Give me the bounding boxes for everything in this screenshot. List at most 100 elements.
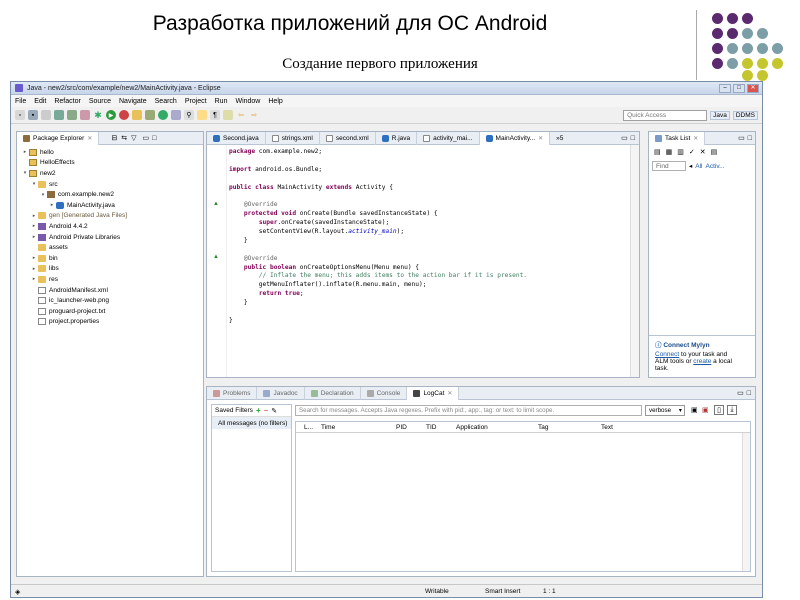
tab-package-explorer[interactable]: Package Explorer ✕ [17,131,100,145]
menu-navigate[interactable]: Navigate [119,98,147,105]
tree-item[interactable]: proguard-project.txt [17,306,203,317]
maximize-view-icon[interactable]: □ [152,135,156,142]
tree-item[interactable]: ▾ src [17,179,203,190]
tab-activity-main[interactable]: activity_mai... [417,131,480,145]
all-link[interactable]: All [695,163,702,170]
expand-toggle-icon[interactable]: ▸ [30,234,38,240]
focus-icon[interactable]: ✓ [689,148,695,156]
expand-toggle-icon[interactable]: ▾ [39,192,47,198]
maximize-view-icon[interactable]: □ [747,390,751,397]
menu-edit[interactable]: Edit [34,98,46,105]
expand-toggle-icon[interactable]: ▸ [30,266,38,272]
perspective-java[interactable]: Java [710,110,730,120]
view-menu-icon[interactable]: ▤ [711,148,718,156]
all-messages-filter[interactable]: All messages (no filters) [212,417,291,429]
tree-item[interactable]: ▸ hello [17,147,203,158]
tab-logcat[interactable]: LogCat ✕ [407,386,460,400]
lint-icon[interactable] [80,110,90,120]
debug-icon[interactable]: ✱ [93,110,103,120]
tree-item[interactable]: AndroidManifest.xml [17,285,203,296]
col-tag[interactable]: Tag [538,424,548,431]
minimize-view-icon[interactable]: ▭ [737,389,744,397]
search-icon[interactable]: ⚲ [184,110,194,120]
tab-task-list[interactable]: Task List ✕ [649,131,706,145]
maximize-button[interactable]: □ [733,83,745,93]
perspective-ddms[interactable]: DDMS [732,110,758,120]
activate-link[interactable]: Activ... [706,163,725,170]
logcat-search-input[interactable]: Search for messages. Accepts Java regexe… [295,405,642,416]
save-icon[interactable]: ▪ [28,110,38,120]
menu-window[interactable]: Window [235,98,260,105]
whitespace-icon[interactable]: ¶ [210,110,220,120]
new-java-project-icon[interactable] [132,110,142,120]
forward-icon[interactable]: ⇨ [249,110,259,120]
expand-toggle-icon[interactable]: ▸ [48,202,56,208]
avd-manager-icon[interactable] [67,110,77,120]
tree-item[interactable]: ▸ Android 4.4.2 [17,221,203,232]
run-icon[interactable]: ▶ [106,110,116,120]
tab-r-java[interactable]: R.java [376,131,418,145]
collapse-icon[interactable]: ✕ [700,148,706,156]
find-menu-icon[interactable]: ◂ [689,162,692,170]
tree-item[interactable]: ic_launcher-web.png [17,295,203,306]
maximize-view-icon[interactable]: □ [748,135,752,142]
minimize-view-icon[interactable]: ▭ [142,134,149,142]
tab-strings-xml[interactable]: strings.xml [266,131,320,145]
close-icon[interactable]: ✕ [447,390,452,397]
tab-javadoc[interactable]: Javadoc [257,386,305,400]
window-titlebar[interactable]: Java - new2/src/com/example/new2/MainAct… [11,82,762,95]
col-tid[interactable]: TID [426,424,436,431]
quick-access-input[interactable]: Quick Access [623,109,708,121]
back-icon[interactable]: ⇦ [236,110,246,120]
tree-item[interactable]: ▸ libs [17,264,203,275]
tab-second-xml[interactable]: second.xml [320,131,376,145]
next-annotation-icon[interactable] [223,110,233,120]
new-package-icon[interactable] [145,110,155,120]
menu-run[interactable]: Run [215,98,228,105]
create-link[interactable]: create [693,358,711,365]
tree-item[interactable]: project.properties [17,317,203,328]
minimize-view-icon[interactable]: ▭ [621,134,628,142]
tab-second-java[interactable]: Second.java [207,131,266,145]
link-editor-icon[interactable]: ⇆ [121,134,127,142]
scroll-lock-icon[interactable]: ▯ [714,405,724,415]
add-filter-icon[interactable]: + [256,406,261,415]
toggle-mark-icon[interactable] [197,110,207,120]
remove-filter-icon[interactable]: − [264,406,269,415]
new-task-icon[interactable]: ▤ [654,148,661,156]
categorized-icon[interactable]: ▦ [666,148,673,156]
save-log-icon[interactable]: ▣ [691,406,698,414]
col-level[interactable]: L... [304,424,313,431]
menu-search[interactable]: Search [155,98,177,105]
close-icon[interactable]: ✕ [538,135,543,142]
connect-link[interactable]: Connect [655,351,679,358]
expand-toggle-icon[interactable]: ▸ [21,149,29,155]
maximize-view-icon[interactable]: □ [631,135,635,142]
new-class-icon[interactable] [158,110,168,120]
sdk-manager-icon[interactable] [54,110,64,120]
close-button[interactable]: ✕ [747,83,759,93]
expand-toggle-icon[interactable]: ▾ [30,181,38,187]
editor-scrollbar[interactable] [630,145,639,377]
tab-console[interactable]: Console [361,386,408,400]
col-pid[interactable]: PID [396,424,407,431]
clear-log-icon[interactable]: ▣ [702,406,709,414]
menu-project[interactable]: Project [185,98,207,105]
collapse-all-icon[interactable]: ⊟ [111,134,117,142]
expand-toggle-icon[interactable]: ▸ [30,255,38,261]
scroll-end-icon[interactable]: ⤓ [727,405,737,415]
tab-main-activity[interactable]: MainActivity... ✕ [479,131,551,145]
menu-file[interactable]: File [15,98,26,105]
tree-item[interactable]: HelloEffects [17,158,203,169]
col-text[interactable]: Text [601,424,613,431]
more-tabs-button[interactable]: »5 [550,132,569,145]
tree-item[interactable]: ▸ gen [Generated Java Files] [17,211,203,222]
log-level-select[interactable]: verbose ▾ [645,405,685,416]
edit-filter-icon[interactable]: ✎ [271,407,277,415]
expand-toggle-icon[interactable]: ▾ [21,170,29,176]
code-editor[interactable]: ▲ ▲ package com.example.new2; import andr… [207,145,639,377]
open-type-icon[interactable] [171,110,181,120]
find-input[interactable]: Find [652,161,686,171]
tree-item[interactable]: ▾ new2 [17,168,203,179]
expand-toggle-icon[interactable]: ▸ [30,213,38,219]
